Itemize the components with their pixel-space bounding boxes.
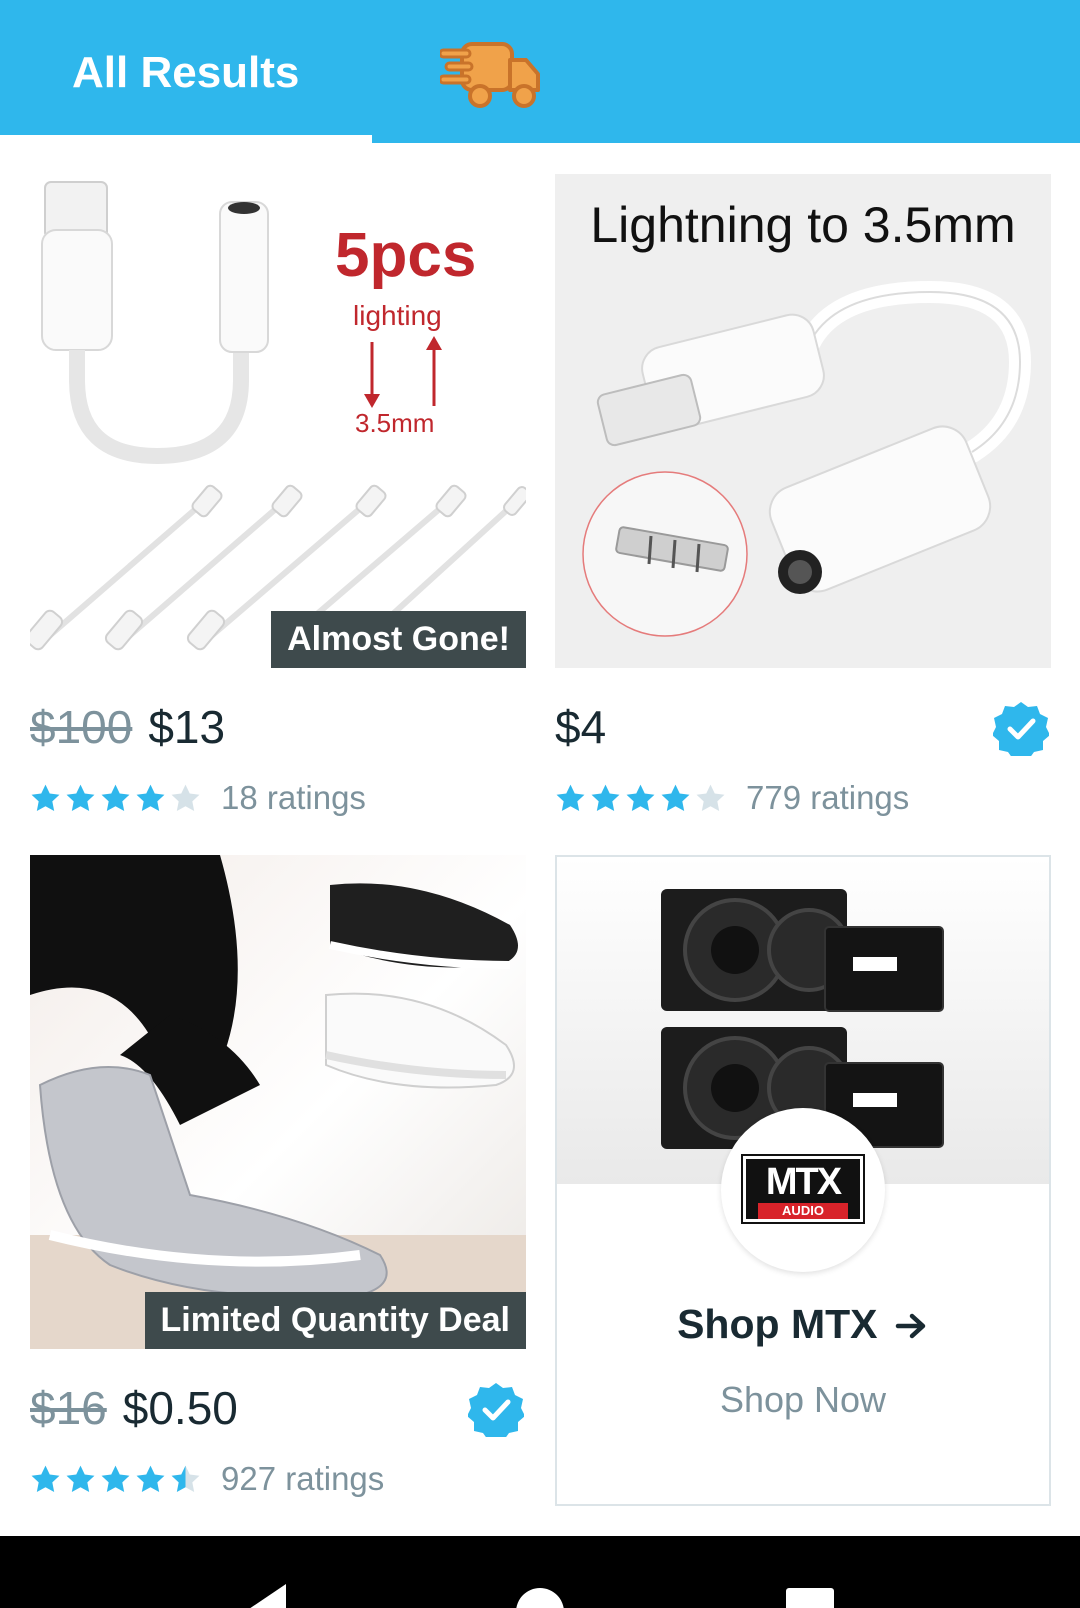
rating-row: 927 ratings <box>30 1459 526 1499</box>
star-icon <box>696 784 725 812</box>
system-nav-bar <box>0 1536 1080 1608</box>
original-price: $16 <box>30 1382 107 1434</box>
star-icon <box>66 1465 95 1493</box>
star-icon <box>171 784 200 812</box>
brand-title-text: Shop MTX <box>677 1301 878 1347</box>
sale-price: $0.50 <box>122 1382 238 1434</box>
lightning-adapter-image <box>582 280 1032 637</box>
brand-promo-card[interactable]: MTX AUDIO Shop MTX Shop Now <box>555 855 1051 1506</box>
mtx-logo-text: MTX <box>765 1161 842 1203</box>
rating-count: 18 ratings <box>221 779 366 816</box>
rating-row: 779 ratings <box>555 778 1051 818</box>
mtx-logo-icon: MTX AUDIO <box>741 1154 865 1224</box>
star-icon <box>661 784 690 812</box>
star-icon <box>171 1465 200 1493</box>
tab-all-results-label: All Results <box>72 48 300 97</box>
sale-price: $4 <box>555 701 607 753</box>
star-rating <box>30 1464 205 1494</box>
brand-title[interactable]: Shop MTX <box>557 1301 1049 1348</box>
image-caption-sub2: 3.5mm <box>355 408 435 438</box>
tab-express-delivery[interactable] <box>438 36 544 112</box>
sale-price: $13 <box>148 701 226 753</box>
star-icon <box>136 784 165 812</box>
tab-all-results[interactable]: All Results <box>0 0 372 143</box>
express-delivery-truck-icon <box>438 42 540 108</box>
star-rating <box>555 783 730 813</box>
product-image[interactable]: 5pcs lighting 3.5mm Almost Gone! <box>30 174 526 668</box>
star-rating <box>30 783 205 813</box>
original-price: $100 <box>30 701 133 753</box>
home-icon[interactable] <box>512 1584 568 1608</box>
rating-count: 927 ratings <box>221 1460 385 1497</box>
star-icon <box>136 1465 165 1493</box>
shop-now-link[interactable]: Shop Now <box>557 1379 1049 1421</box>
rating-row: 18 ratings <box>30 778 526 818</box>
product-image[interactable]: Lightning to 3.5mm <box>555 174 1051 668</box>
star-icon <box>626 784 655 812</box>
star-icon <box>556 784 585 812</box>
image-caption-sub: lighting <box>353 300 442 331</box>
price-row: $4 <box>555 700 1051 756</box>
image-caption-title: 5pcs <box>335 221 477 290</box>
tab-bar: All Results <box>0 0 1080 143</box>
arrow-right-icon <box>895 1313 926 1339</box>
price-row: $100 $13 <box>30 700 526 756</box>
star-icon <box>66 784 95 812</box>
price-row: $16 $0.50 <box>30 1381 526 1437</box>
product-image[interactable]: Limited Quantity Deal <box>30 855 526 1349</box>
active-tab-indicator <box>0 135 372 143</box>
star-icon <box>591 784 620 812</box>
brand-logo: MTX AUDIO <box>721 1108 885 1272</box>
star-icon <box>101 784 130 812</box>
limited-quantity-badge: Limited Quantity Deal <box>144 1292 526 1349</box>
verified-badge-icon <box>468 1383 524 1437</box>
star-icon <box>101 1465 130 1493</box>
recent-apps-icon[interactable] <box>784 1586 836 1608</box>
star-icon <box>31 1465 60 1493</box>
almost-gone-badge: Almost Gone! <box>271 611 526 668</box>
rating-count: 779 ratings <box>746 779 910 816</box>
slip-on-shoes-image <box>30 855 526 1349</box>
star-icon <box>31 784 60 812</box>
back-icon[interactable] <box>232 1580 302 1608</box>
verified-badge-icon <box>993 702 1049 756</box>
mtx-logo-sub: AUDIO <box>758 1203 848 1219</box>
